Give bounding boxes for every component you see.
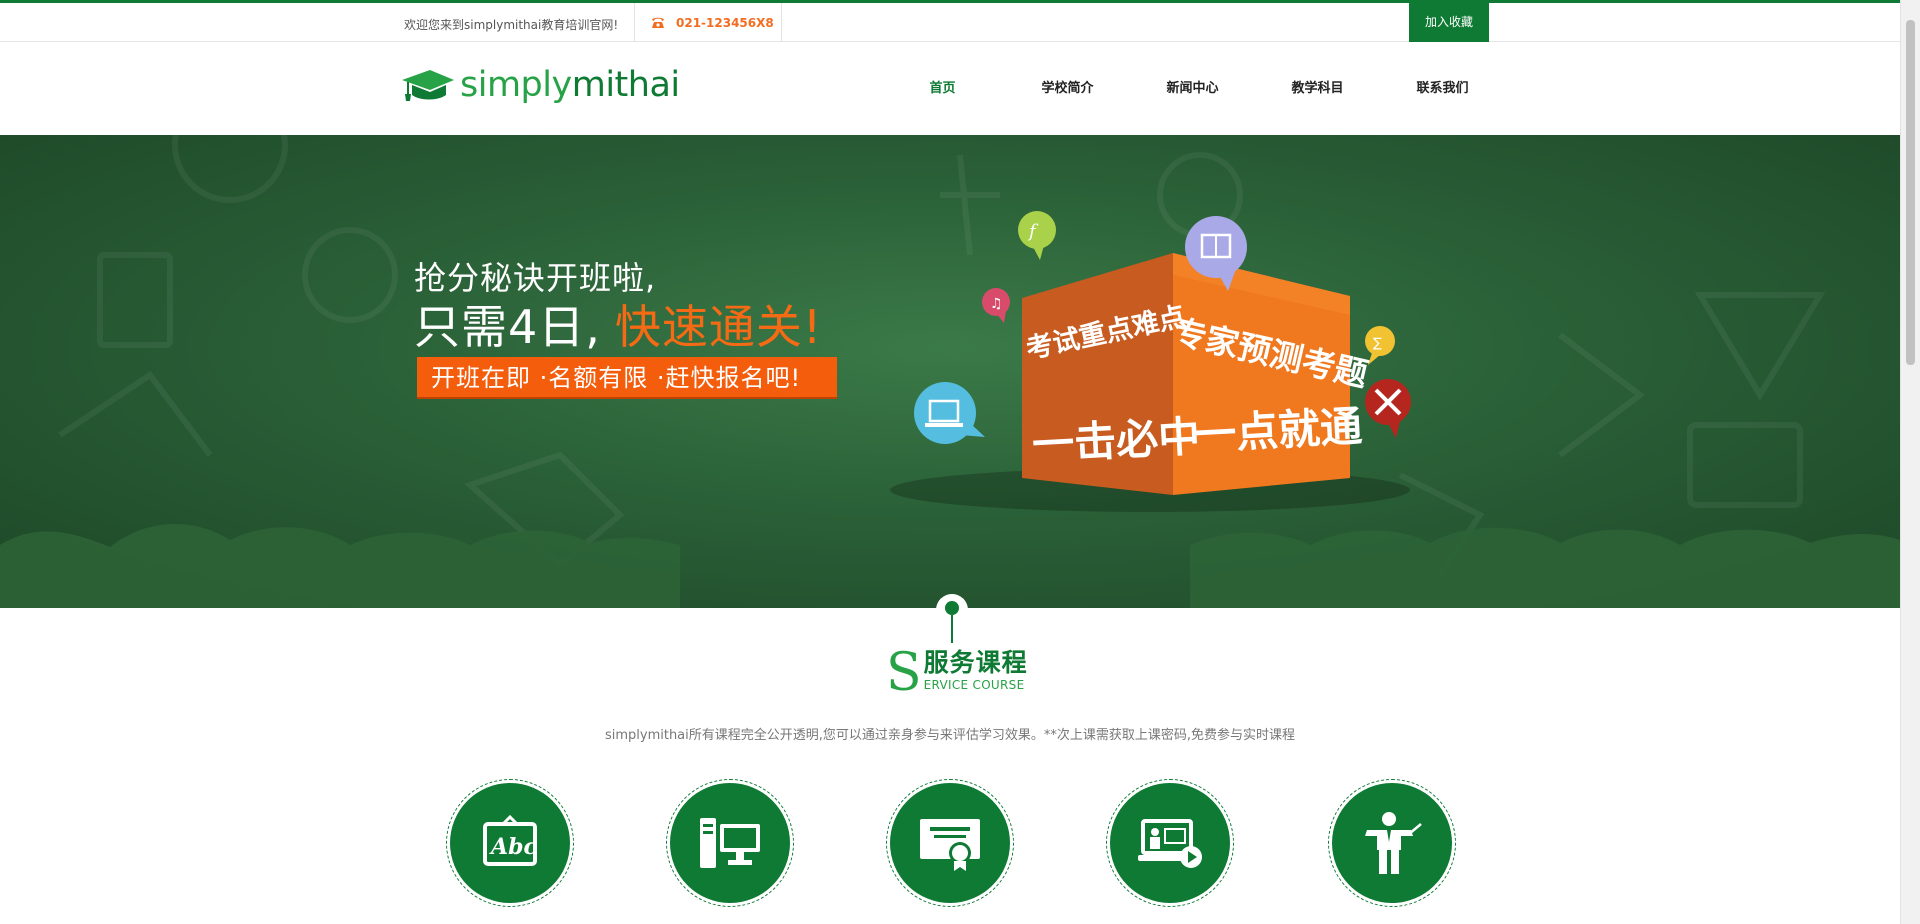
section-title-en: ERVICE COURSE [923, 678, 1025, 692]
certificate-icon [920, 819, 980, 871]
course-item[interactable]: Abc [446, 779, 574, 907]
graduation-cap-icon [402, 70, 454, 101]
svg-text:Abc: Abc [489, 834, 537, 860]
course-item[interactable] [886, 779, 1014, 907]
logo[interactable]: simplymithai [400, 60, 680, 110]
course-item[interactable] [1328, 779, 1456, 907]
desktop-computer-icon [700, 818, 760, 868]
svg-text:∑: ∑ [1373, 336, 1382, 351]
nav-item-about[interactable]: 学校简介 [1005, 42, 1130, 135]
top-bar: 欢迎您来到simplymithai教育培训官网! 021-123456X8 加入… [0, 0, 1900, 42]
page: 欢迎您来到simplymithai教育培训官网! 021-123456X8 加入… [0, 0, 1920, 924]
slogan-highlight: 快速通关! [614, 300, 823, 354]
divider [634, 3, 635, 42]
cube-right-bottom-text: 一点就通 [1192, 401, 1364, 460]
logo-text: simplymithai [460, 65, 680, 105]
scrollbar-thumb[interactable] [1906, 20, 1915, 365]
section-title-cn: 服务课程 [923, 648, 1028, 677]
banner-artwork: f ♫ ∑ [0, 135, 1900, 608]
banner-tagline: 开班在即 ·名额有限 ·赶快报名吧! [417, 357, 837, 399]
formula-bubble: f [1018, 211, 1056, 260]
logo-text-part1: simply [460, 65, 572, 105]
location-pin-icon [936, 594, 968, 643]
online-lesson-icon [1138, 819, 1202, 868]
abc-board-icon: Abc [483, 814, 537, 866]
nav-item-subjects[interactable]: 教学科目 [1255, 42, 1380, 135]
svg-text:♫: ♫ [990, 296, 1003, 312]
section-description: simplymithai所有课程完全公开透明,您可以通过亲身参与来评估学习效果。… [604, 728, 1296, 743]
course-item[interactable] [666, 779, 794, 907]
course-item[interactable] [1106, 779, 1234, 907]
divider [781, 3, 782, 42]
hero-banner[interactable]: f ♫ ∑ 抢分秘诀开班啦, 只需4日, 快速通关! 开班在即 ·名额有限 ·赶… [0, 135, 1900, 608]
add-favorite-button[interactable]: 加入收藏 [1409, 3, 1489, 42]
teacher-icon [1365, 812, 1422, 874]
nav-item-home[interactable]: 首页 [880, 42, 1005, 135]
course-list: Abc [446, 779, 1460, 909]
phone-icon [652, 17, 664, 28]
main-nav: 首页 学校简介 新闻中心 教学科目 联系我们 [880, 42, 1505, 135]
section-title-letter: S [886, 643, 922, 703]
cube-left-bottom-text: 一击必中 [1030, 411, 1202, 470]
nav-item-contact[interactable]: 联系我们 [1380, 42, 1505, 135]
section-title: S 服务课程 ERVICE COURSE [886, 643, 1028, 703]
welcome-text: 欢迎您来到simplymithai教育培训官网! [404, 18, 619, 32]
header: simplymithai 首页 学校简介 新闻中心 教学科目 联系我们 [0, 42, 1900, 135]
slogan-white: 只需4日, [414, 300, 601, 354]
phone-number: 021-123456X8 [676, 16, 774, 30]
logo-text-part2: mithai [571, 65, 680, 105]
banner-slogan-line2: 只需4日, 快速通关! [414, 291, 822, 357]
nav-item-news[interactable]: 新闻中心 [1130, 42, 1255, 135]
page-scrollbar[interactable] [1900, 0, 1920, 924]
